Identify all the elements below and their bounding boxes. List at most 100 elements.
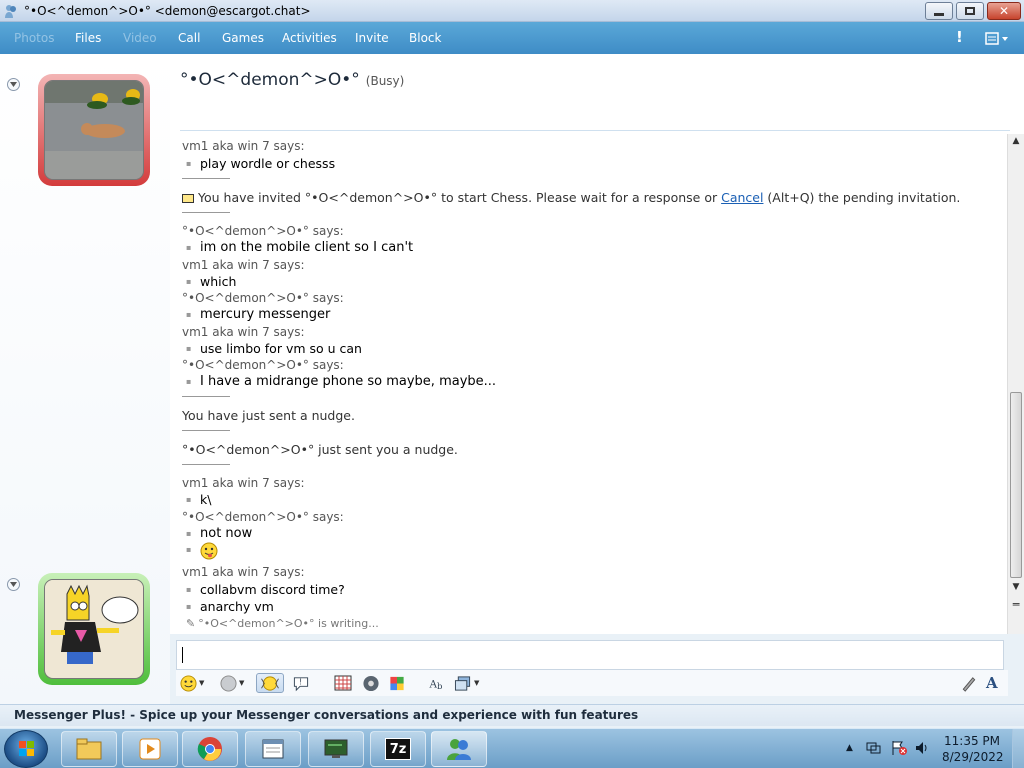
- menu-games[interactable]: Games: [222, 31, 264, 45]
- cancel-invite-link[interactable]: Cancel: [721, 190, 763, 205]
- message-emoticon: [182, 542, 218, 563]
- menu-call[interactable]: Call: [178, 31, 200, 45]
- background-button[interactable]: [334, 673, 352, 693]
- speech-button[interactable]: !: [292, 673, 310, 693]
- minimize-icon: [934, 12, 944, 16]
- translate-icon: Ab: [428, 678, 443, 692]
- taskbar-messenger[interactable]: [431, 731, 487, 767]
- speech-bubble-icon: !: [293, 676, 309, 691]
- taskbar-explorer[interactable]: [61, 731, 117, 767]
- close-button[interactable]: ✕: [987, 2, 1021, 20]
- network-icon[interactable]: [865, 740, 881, 756]
- resize-handle-icon[interactable]: ═: [1008, 598, 1024, 612]
- message-input[interactable]: [176, 640, 1004, 670]
- contact-status: (Busy): [365, 74, 405, 88]
- svg-text:!: !: [299, 677, 302, 686]
- messenger-plus-text: Messenger Plus! - Spice up your Messenge…: [14, 708, 639, 722]
- translate-button[interactable]: Ab: [428, 673, 446, 693]
- conversation-history[interactable]: vm1 aka win 7 says: play wordle or chess…: [170, 134, 1007, 634]
- separator: [182, 430, 230, 431]
- menu-files[interactable]: Files: [75, 31, 101, 45]
- chrome-icon: [197, 737, 222, 761]
- collapse-contact-picture-button[interactable]: [7, 78, 20, 91]
- start-button[interactable]: [4, 730, 48, 768]
- pen-icon: [962, 676, 976, 692]
- wink-icon: [220, 674, 237, 692]
- scroll-down-arrow-icon[interactable]: ▼: [1008, 580, 1024, 594]
- contact-avatar-frame-busy[interactable]: [38, 74, 150, 186]
- cat-on-pavement-photo: [45, 81, 143, 179]
- text-caret: [182, 647, 183, 663]
- activities-button[interactable]: [388, 673, 406, 693]
- minimize-button[interactable]: [925, 2, 953, 20]
- typing-indicator: ✎ °•Ο<^demon^>Ο•° is writing...: [186, 617, 379, 630]
- windows-logo-icon: [19, 741, 34, 756]
- sound-icon: [363, 675, 379, 691]
- sender-line: vm1 aka win 7 says:: [182, 476, 305, 490]
- message-text: k\: [182, 492, 211, 507]
- conversation-scrollbar[interactable]: ▲ ▼ ═: [1007, 134, 1024, 634]
- taskbar-notepad[interactable]: [245, 731, 301, 767]
- scroll-up-arrow-icon[interactable]: ▲: [1008, 134, 1024, 148]
- menu-block[interactable]: Block: [409, 31, 441, 45]
- handwriting-button[interactable]: [960, 673, 978, 693]
- scrollbar-thumb[interactable]: [1010, 392, 1022, 578]
- message-text: anarchy vm: [182, 599, 274, 614]
- wink-button[interactable]: [362, 673, 380, 693]
- show-desktop-button[interactable]: [1012, 729, 1024, 768]
- invite-text: You have invited °•Ο<^demon^>Ο•° to star…: [198, 190, 722, 205]
- sender-line: vm1 aka win 7 says:: [182, 325, 305, 339]
- menu-invite[interactable]: Invite: [355, 31, 389, 45]
- voice-clip-button[interactable]: ▼: [220, 673, 244, 693]
- taskbar-media-player[interactable]: [122, 731, 178, 767]
- header-divider: [180, 130, 1010, 131]
- alert-icon[interactable]: !: [956, 28, 963, 46]
- grid-icon: [334, 675, 352, 691]
- message-text: mercury messenger: [182, 307, 330, 322]
- close-icon: ✕: [998, 4, 1010, 18]
- system-clock[interactable]: 11:35 PM 8/29/2022: [942, 733, 1004, 765]
- action-center-flag-icon[interactable]: [890, 740, 908, 756]
- emoticon-button[interactable]: ▼: [180, 673, 204, 693]
- menu-activities[interactable]: Activities: [282, 31, 337, 45]
- messenger-plus-banner[interactable]: Messenger Plus! - Spice up your Messenge…: [0, 704, 1024, 726]
- taskbar-7zip[interactable]: 7z: [370, 731, 426, 767]
- taskbar-remote-desktop[interactable]: [308, 731, 364, 767]
- conversation-menu-bar: Photos Files Video Call Games Activities…: [0, 22, 1024, 54]
- separator: [182, 178, 230, 179]
- chevron-down-icon: [10, 82, 17, 87]
- message-text: I have a midrange phone so maybe, maybe.…: [182, 374, 496, 389]
- volume-icon[interactable]: [914, 740, 930, 756]
- my-avatar-frame-online[interactable]: [38, 573, 150, 685]
- collapse-my-picture-button[interactable]: [7, 578, 20, 591]
- message-text: which: [182, 274, 236, 289]
- nudge-icon: [261, 675, 279, 691]
- taskbar: 7z ▲ 11:35 PM 8/29/2022: [0, 728, 1024, 768]
- menu-photos[interactable]: Photos: [14, 31, 54, 45]
- message-text: use limbo for vm so u can: [182, 341, 362, 356]
- sender-line: °•Ο<^demon^>Ο•° says:: [182, 291, 344, 305]
- display-picture-panel: [0, 54, 170, 706]
- tray-expand-icon[interactable]: ▲: [846, 743, 853, 753]
- bart-simpson-avatar: [45, 580, 143, 678]
- contact-name-line: °•Ο<^demon^>Ο•° (Busy): [180, 70, 404, 90]
- contact-header: °•Ο<^demon^>Ο•° (Busy): [170, 54, 1024, 134]
- notepad-icon: [262, 739, 284, 759]
- input-toolbar: ▼ ▼ ! Ab ▼ A: [176, 670, 1008, 696]
- sender-line: vm1 aka win 7 says:: [182, 258, 305, 272]
- nudge-received-notice: °•Ο<^demon^>Ο•° just sent you a nudge.: [182, 442, 458, 457]
- show-menu-icon[interactable]: [984, 30, 1012, 48]
- my-avatar: [44, 579, 144, 679]
- sender-line: vm1 aka win 7 says:: [182, 139, 305, 153]
- nudge-button[interactable]: [256, 673, 284, 693]
- share-button[interactable]: ▼: [454, 673, 479, 693]
- restore-button[interactable]: [956, 2, 984, 20]
- font-button[interactable]: A: [986, 673, 998, 693]
- message-text: play wordle or chesss: [182, 156, 335, 171]
- sender-line: vm1 aka win 7 says:: [182, 565, 305, 579]
- title-bar: °•Ο<^demon^>Ο•° <demon@escargot.chat> ✕: [0, 0, 1024, 22]
- menu-video[interactable]: Video: [123, 31, 157, 45]
- 7zip-icon: 7z: [385, 738, 411, 760]
- clock-time: 11:35 PM: [944, 734, 1000, 748]
- taskbar-chrome[interactable]: [182, 731, 238, 767]
